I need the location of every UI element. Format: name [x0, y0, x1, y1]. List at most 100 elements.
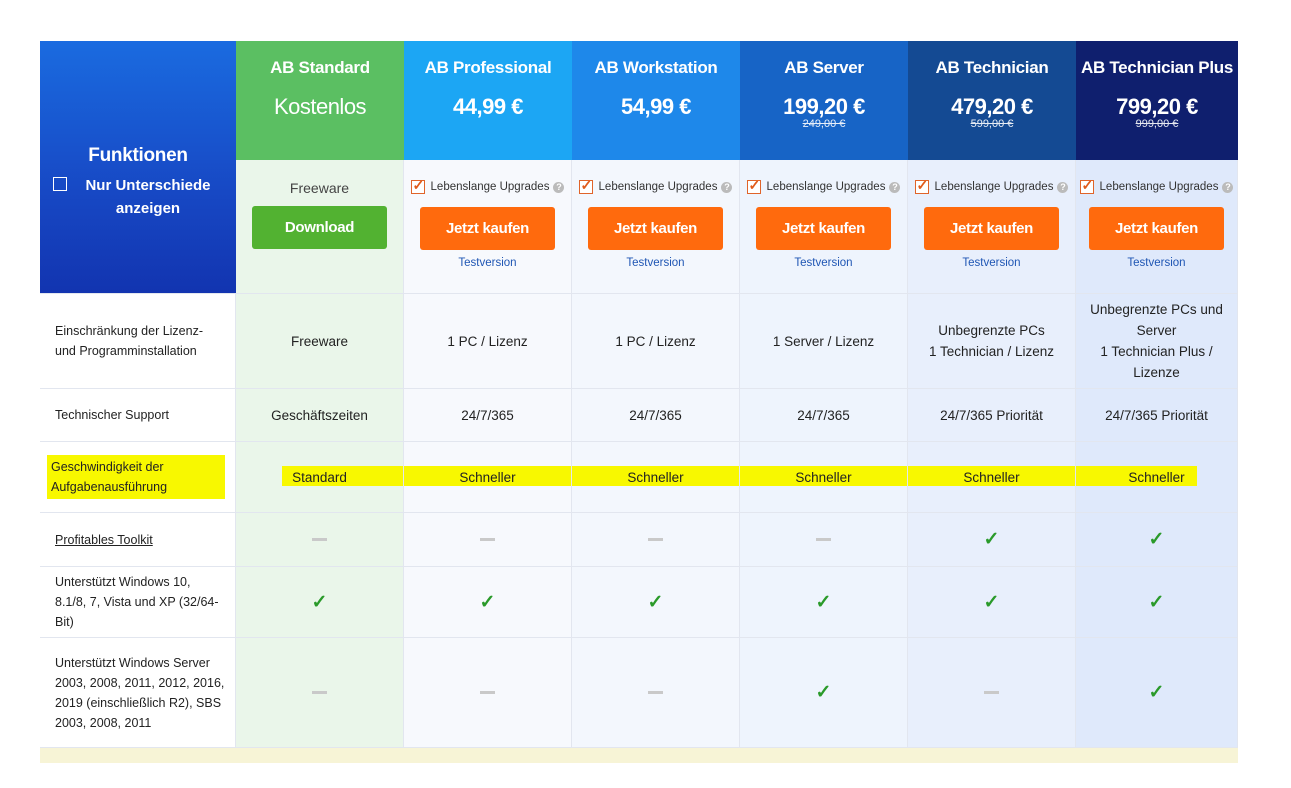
check-icon: ✓: [983, 591, 1000, 613]
feature-value: Unbegrenzte PCs und Server 1 Technician …: [1076, 294, 1238, 388]
download-button[interactable]: Download: [252, 206, 387, 249]
plan-actions-4: Lebenslange Upgrades? Jetzt kaufen Testver…: [740, 160, 908, 293]
lifetime-upgrades-checkbox[interactable]: [410, 177, 425, 194]
check-icon: ✓: [1148, 591, 1165, 613]
only-differences-label: Nur Unterschiede anzeigen: [85, 176, 211, 217]
buy-now-button[interactable]: Jetzt kaufen: [420, 207, 555, 250]
lifetime-upgrades-option[interactable]: Lebenslange Upgrades?: [746, 177, 901, 194]
check-icon: ✓: [815, 591, 832, 613]
feature-label: Geschwindigkeit der Aufgabenausführung: [40, 442, 236, 512]
feature-label: Unterstützt Windows Server 2003, 2008, 2…: [40, 638, 236, 747]
trial-link[interactable]: Testversion: [794, 257, 852, 269]
check-icon: ✓: [983, 529, 1000, 550]
feature-value: ✓: [1076, 567, 1238, 637]
plan-name: AB Professional: [424, 58, 552, 77]
lifetime-upgrades-checkbox[interactable]: [1079, 177, 1094, 194]
trial-link[interactable]: Testversion: [626, 257, 684, 269]
lifetime-upgrades-option[interactable]: Lebenslange Upgrades?: [410, 177, 565, 194]
table-footer: [40, 747, 1238, 763]
feature-value: [404, 638, 572, 747]
plan-price: 479,20 €: [951, 94, 1033, 119]
trial-link[interactable]: Testversion: [962, 257, 1020, 269]
feature-value: Freeware: [236, 294, 404, 388]
feature-value: 24/7/365 Priorität: [1076, 389, 1238, 441]
plan-price: 44,99 €: [453, 94, 523, 119]
feature-value: 1 PC / Lizenz: [572, 294, 740, 388]
plan-header-2: AB Professional 44,99 €: [404, 41, 572, 160]
plan-header-3: AB Workstation 54,99 €: [572, 41, 740, 160]
feature-value: 24/7/365 Priorität: [908, 389, 1076, 441]
check-icon: ✓: [479, 591, 496, 613]
check-icon: ✓: [815, 682, 832, 703]
check-icon: ✓: [1148, 529, 1165, 550]
feature-value: Schneller: [404, 442, 572, 512]
feature-value: Schneller: [572, 442, 740, 512]
lifetime-upgrades-checkbox[interactable]: [578, 177, 593, 194]
plan-old-price: 249,00 €: [802, 118, 846, 130]
plan-actions-5: Lebenslange Upgrades? Jetzt kaufen Testver…: [908, 160, 1076, 293]
feature-value: ✓: [1076, 638, 1238, 747]
dash-icon: [312, 538, 327, 541]
buy-now-button[interactable]: Jetzt kaufen: [588, 207, 723, 250]
only-differences-toggle[interactable]: Nur Unterschiede anzeigen: [53, 174, 223, 220]
lifetime-upgrades-label: Lebenslange Upgrades: [766, 181, 886, 193]
lifetime-upgrades-checkbox[interactable]: [914, 177, 929, 194]
plan-actions-3: Lebenslange Upgrades? Jetzt kaufen Testver…: [572, 160, 740, 293]
lifetime-upgrades-option[interactable]: Lebenslange Upgrades?: [914, 177, 1069, 194]
feature-value: 24/7/365: [404, 389, 572, 441]
plan-actions-1: Freeware Download: [236, 160, 404, 293]
table-row: Unterstützt Windows Server 2003, 2008, 2…: [40, 637, 1238, 747]
question-icon[interactable]: ?: [721, 181, 733, 193]
question-icon[interactable]: ?: [553, 181, 565, 193]
feature-value: ✓: [740, 638, 908, 747]
feature-value: [236, 513, 404, 566]
trial-link[interactable]: Testversion: [458, 257, 516, 269]
lifetime-upgrades-label: Lebenslange Upgrades: [1099, 181, 1219, 193]
feature-value: 24/7/365: [572, 389, 740, 441]
features-title: Funktionen: [88, 144, 188, 166]
question-icon[interactable]: ?: [889, 181, 901, 193]
dash-icon: [816, 538, 831, 541]
dash-icon: [648, 538, 663, 541]
table-row: Einschränkung der Lizenz- und Programmin…: [40, 293, 1238, 388]
feature-value: [572, 513, 740, 566]
buy-now-button[interactable]: Jetzt kaufen: [924, 207, 1059, 250]
feature-value: [404, 513, 572, 566]
feature-label[interactable]: Profitables Toolkit: [40, 513, 236, 566]
buy-now-button[interactable]: Jetzt kaufen: [756, 207, 891, 250]
trial-link[interactable]: Testversion: [1127, 257, 1185, 269]
only-differences-checkbox[interactable]: [53, 176, 67, 191]
lifetime-upgrades-checkbox[interactable]: [746, 177, 761, 194]
plan-header-4: AB Server 199,20 €249,00 €: [740, 41, 908, 160]
dash-icon: [480, 691, 495, 694]
feature-value: [572, 638, 740, 747]
freeware-label: Freeware: [289, 180, 350, 196]
feature-label: Einschränkung der Lizenz- und Programmin…: [40, 294, 236, 388]
feature-value: [740, 513, 908, 566]
pricing-comparison-table: Funktionen Nur Unterschiede anzeigen AB …: [40, 41, 1238, 763]
plan-name: AB Workstation: [594, 58, 718, 77]
plan-name: AB Standard: [270, 58, 370, 77]
feature-label: Technischer Support: [40, 389, 236, 441]
dash-icon: [984, 691, 999, 694]
plan-old-price: 599,00 €: [970, 118, 1014, 130]
feature-value: [236, 638, 404, 747]
check-icon: ✓: [1148, 682, 1165, 703]
lifetime-upgrades-option[interactable]: Lebenslange Upgrades?: [578, 177, 733, 194]
dash-icon: [312, 691, 327, 694]
feature-value: [908, 638, 1076, 747]
features-header: Funktionen Nur Unterschiede anzeigen: [40, 41, 236, 293]
question-icon[interactable]: ?: [1057, 181, 1069, 193]
buy-now-button[interactable]: Jetzt kaufen: [1089, 207, 1224, 250]
lifetime-upgrades-option[interactable]: Lebenslange Upgrades?: [1079, 177, 1234, 194]
plan-price: Kostenlos: [273, 94, 367, 119]
check-icon: ✓: [647, 591, 664, 613]
table-row: Profitables Toolkit ✓ ✓: [40, 512, 1238, 566]
plan-header-5: AB Technician 479,20 €599,00 €: [908, 41, 1076, 160]
feature-value: Geschäftszeiten: [236, 389, 404, 441]
check-icon: ✓: [311, 591, 328, 613]
question-icon[interactable]: ?: [1222, 181, 1234, 193]
feature-value: Standard: [236, 442, 404, 512]
plan-actions-2: Lebenslange Upgrades? Jetzt kaufen Testver…: [404, 160, 572, 293]
lifetime-upgrades-label: Lebenslange Upgrades: [934, 181, 1054, 193]
